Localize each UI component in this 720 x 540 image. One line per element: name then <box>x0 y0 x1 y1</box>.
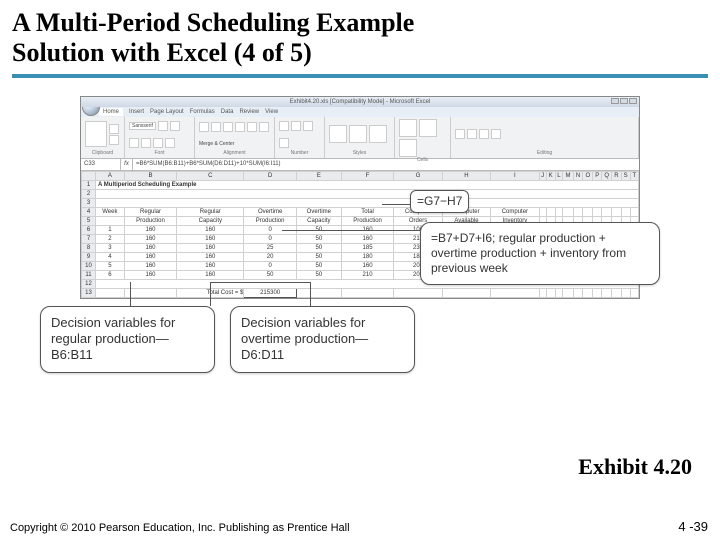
tab-insert: Insert <box>129 109 144 115</box>
copy-icon <box>109 135 119 145</box>
font-name-box: Sansserif <box>129 122 156 130</box>
callout-formula-total-production: =B7+D7+I6; regular production + overtime… <box>420 222 660 285</box>
ribbon: Clipboard Sansserif Font Merge & Center … <box>81 117 639 159</box>
formula-cell: =B6*SUM(B6:B11)+B6*SUM(D6:D11)+10*SUM(I6… <box>133 159 639 170</box>
fx-icon: fx <box>121 159 133 170</box>
cut-icon <box>109 124 119 134</box>
group-number: Number <box>279 150 320 156</box>
tab-formulas: Formulas <box>190 109 215 115</box>
formula-bar: C33 fx =B6*SUM(B6:B11)+B6*SUM(D6:D11)+10… <box>81 159 639 171</box>
total-cost-value: 215300 <box>244 288 297 297</box>
merge-center: Merge & Center <box>199 141 234 147</box>
copyright: Copyright © 2010 Pearson Education, Inc.… <box>10 522 370 534</box>
tab-page-layout: Page Layout <box>150 109 184 115</box>
group-editing: Editing <box>455 150 634 156</box>
tab-home: Home <box>99 108 123 116</box>
group-styles: Styles <box>329 150 390 156</box>
name-box: C33 <box>81 159 121 170</box>
callout-decision-vars-overtime: Decision variables for overtime producti… <box>230 306 415 373</box>
title-line-2: Solution with Excel (4 of 5) <box>12 38 312 67</box>
title-underline <box>12 74 708 78</box>
sheet-title: A Multiperiod Scheduling Example <box>96 180 639 189</box>
window-title: Exhibit4.20.xls [Compatibility Mode] - M… <box>290 99 431 105</box>
group-alignment: Alignment <box>199 150 270 156</box>
exhibit-label: Exhibit 4.20 <box>578 454 692 480</box>
group-font: Font <box>129 150 190 156</box>
tab-review: Review <box>239 109 259 115</box>
group-clipboard: Clipboard <box>85 150 120 156</box>
callout-decision-vars-regular: Decision variables for regular productio… <box>40 306 215 373</box>
tab-data: Data <box>221 109 234 115</box>
title-line-1: A Multi-Period Scheduling Example <box>12 8 414 37</box>
tab-view: View <box>265 109 278 115</box>
excel-screenshot: Exhibit4.20.xls [Compatibility Mode] - M… <box>80 96 640 299</box>
window-controls <box>611 98 637 104</box>
ribbon-tabs: Home Insert Page Layout Formulas Data Re… <box>81 107 639 117</box>
window-titlebar: Exhibit4.20.xls [Compatibility Mode] - M… <box>81 97 639 107</box>
callout-formula-inventory: =G7−H7 <box>410 190 469 213</box>
page-number: 4 -39 <box>678 519 708 534</box>
paste-icon <box>85 121 107 147</box>
